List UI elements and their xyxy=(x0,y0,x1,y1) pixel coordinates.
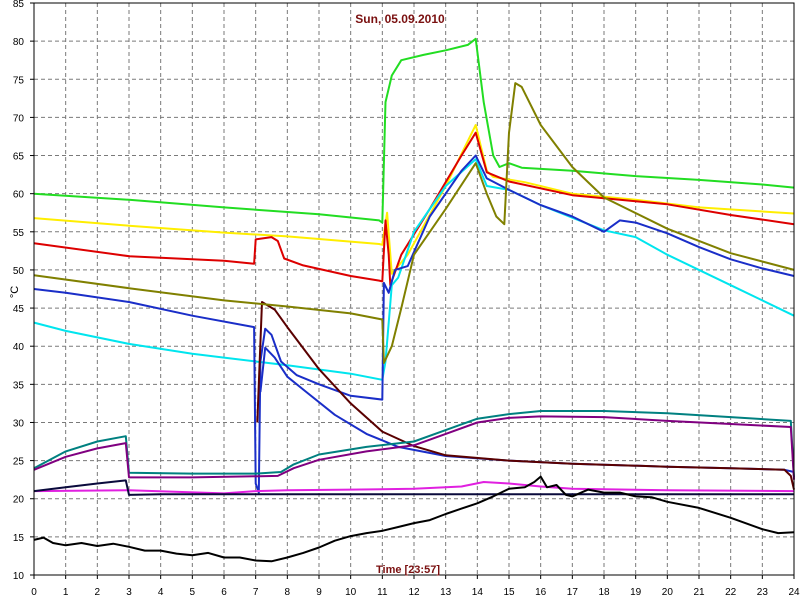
chart-root: 0 1 2 3 4 5 6 7 8 9 10 11 12 13 14 15 16 17 18 19 20 21 22 23 24… xyxy=(0,0,800,600)
x-tick-label: 3 xyxy=(126,587,132,598)
x-tick-label: 10 xyxy=(345,587,357,598)
x-tick-label: 21 xyxy=(693,587,705,598)
y-tick-label: 25 xyxy=(13,457,25,468)
y-tick-label: 80 xyxy=(13,37,25,48)
y-tick-label: 35 xyxy=(13,380,25,391)
x-tick-label: 0 xyxy=(31,587,37,598)
y-tick-label: 20 xyxy=(13,495,25,506)
y-tick-label: 15 xyxy=(13,533,25,544)
x-tick-label: 14 xyxy=(472,587,484,598)
x-tick-label: 22 xyxy=(725,587,737,598)
x-tick-label: 23 xyxy=(757,587,769,598)
y-tick-label: 40 xyxy=(13,342,25,353)
x-tick-label: 15 xyxy=(503,587,515,598)
y-axis-label: °C xyxy=(9,286,21,298)
y-tick-label: 30 xyxy=(13,418,25,429)
x-tick-label: 2 xyxy=(95,587,101,598)
chart-title: Sun, 05.09.2010 xyxy=(355,12,445,26)
x-tick-label: 24 xyxy=(788,587,800,598)
y-tick-label: 85 xyxy=(13,0,25,10)
x-tick-label: 4 xyxy=(158,587,164,598)
y-tick-label: 45 xyxy=(13,304,25,315)
x-tick-label: 8 xyxy=(285,587,291,598)
x-tick-label: 5 xyxy=(190,587,196,598)
x-tick-label: 12 xyxy=(408,587,420,598)
y-tick-label: 55 xyxy=(13,228,25,239)
x-axis-label: Time [23:57] xyxy=(376,564,440,576)
y-tick-label: 75 xyxy=(13,75,25,86)
y-tick-label: 10 xyxy=(13,571,25,582)
x-tick-label: 16 xyxy=(535,587,547,598)
x-tick-label: 6 xyxy=(221,587,227,598)
temperature-chart: 0 1 2 3 4 5 6 7 8 9 10 11 12 13 14 15 16 17 18 19 20 21 22 23 24… xyxy=(0,0,800,600)
y-tick-label: 65 xyxy=(13,152,25,163)
x-tick-label: 1 xyxy=(63,587,69,598)
y-tick-label: 60 xyxy=(13,190,25,201)
x-tick-label: 13 xyxy=(440,587,452,598)
x-tick-label: 11 xyxy=(377,587,388,598)
x-tick-label: 7 xyxy=(253,587,259,598)
x-tick-label: 9 xyxy=(316,587,322,598)
y-tick-label: 70 xyxy=(13,113,25,124)
y-tick-label: 50 xyxy=(13,266,25,277)
x-tick-label: 17 xyxy=(567,587,579,598)
x-tick-label: 18 xyxy=(598,587,610,598)
x-tick-label: 20 xyxy=(662,587,674,598)
x-tick-label: 19 xyxy=(630,587,642,598)
